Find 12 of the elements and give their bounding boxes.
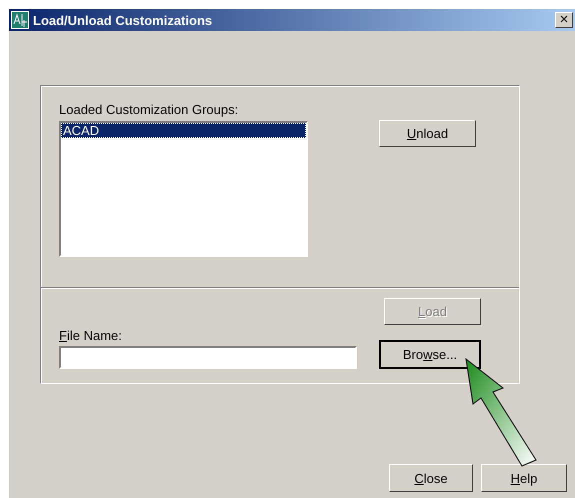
window-title: Load/Unload Customizations xyxy=(33,12,214,28)
groups-label: Loaded Customization Groups: xyxy=(59,102,238,117)
file-name-label: File Name: xyxy=(59,328,122,343)
help-button[interactable]: Help xyxy=(481,464,567,492)
file-name-field[interactable] xyxy=(59,346,357,369)
unload-button[interactable]: Unload xyxy=(379,120,476,147)
close-dialog-button[interactable]: Close xyxy=(389,464,473,492)
browse-button[interactable]: Browse... xyxy=(379,340,481,369)
groups-list[interactable]: ACAD xyxy=(59,121,308,257)
close-button[interactable]: × xyxy=(555,12,573,28)
app-icon xyxy=(11,11,29,29)
list-item[interactable]: ACAD xyxy=(61,123,306,138)
